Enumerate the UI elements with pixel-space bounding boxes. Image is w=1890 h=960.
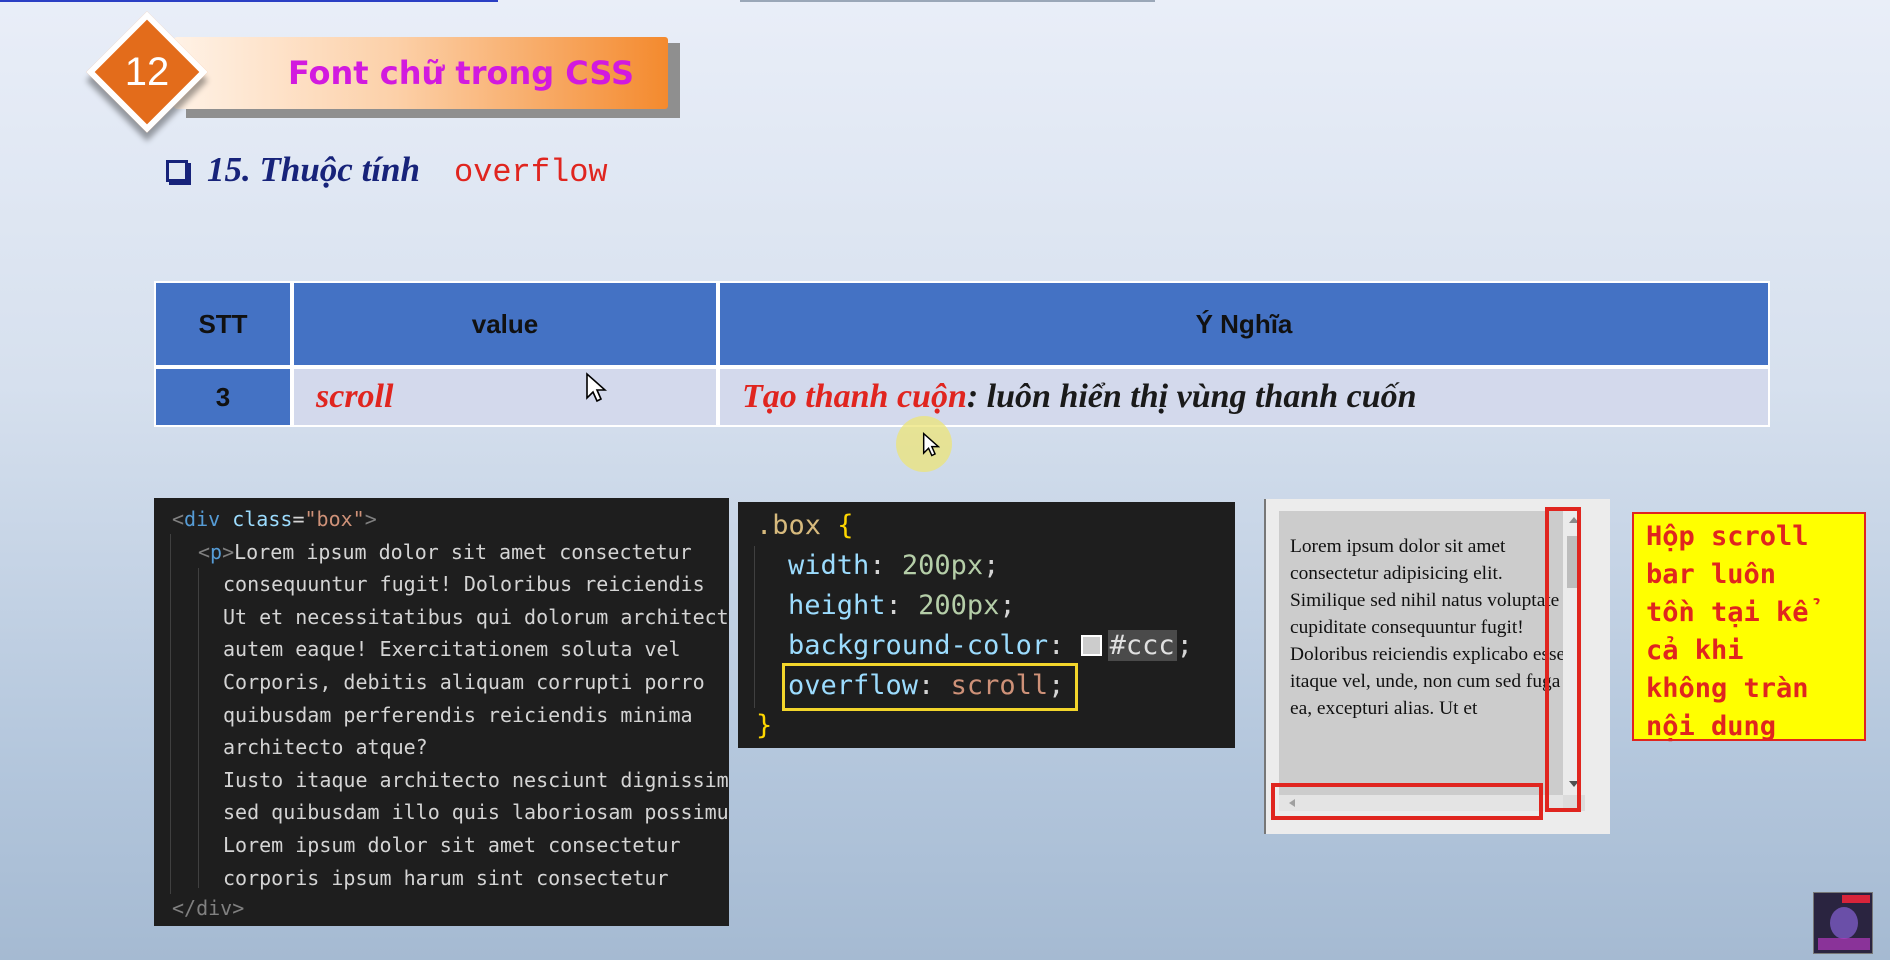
indent-guide	[170, 534, 171, 894]
note-line: nội dung	[1646, 711, 1777, 742]
code-line: Lorem ipsum dolor sit amet consectetur	[223, 833, 681, 857]
mouse-cursor-icon	[922, 432, 940, 457]
code-line: consequuntur fugit! Doloribus reiciendis	[223, 572, 705, 597]
subscribe-badge	[1842, 895, 1870, 903]
mouse-cursor-icon	[586, 372, 607, 403]
channel-avatar-icon[interactable]	[1813, 892, 1873, 954]
table-header-stt: STT	[154, 281, 292, 367]
note-line: cả khi	[1646, 635, 1744, 666]
code-line: height: 200px;	[788, 590, 1016, 621]
table-cell-meaning: Tạo thanh cuộn : luôn hiển thị vùng than…	[718, 367, 1770, 427]
lesson-banner: Font chữ trong CSS	[174, 37, 668, 109]
html-code-panel: <div class="box"> <p>Lorem ipsum dolor s…	[154, 498, 729, 926]
overflow-value-table: STT value Ý Nghĩa 3 scroll Tạo thanh cuộ…	[154, 281, 1770, 427]
code-line: .box {	[756, 510, 854, 541]
section-heading-code: overflow	[454, 154, 608, 191]
meaning-rest: : luôn hiển thị vùng thanh cuốn	[966, 378, 1417, 415]
code-line: architecto atque?	[223, 735, 428, 760]
table-header-meaning: Ý Nghĩa	[718, 281, 1770, 367]
lesson-title: Font chữ trong CSS	[287, 54, 635, 92]
top-progress-line	[0, 0, 498, 2]
note-line: bar luôn	[1646, 559, 1777, 590]
css-code-panel: .box { width: 200px; height: 200px; back…	[738, 502, 1235, 748]
explanation-note: Hộp scroll bar luôn tồn tại kể cả khi kh…	[1632, 512, 1866, 742]
code-line: Iusto itaque architecto nesciunt digniss…	[223, 767, 729, 792]
overflow-highlight-box	[782, 663, 1078, 711]
code-line: autem eaque! Exercitationem soluta vel	[223, 637, 681, 662]
color-swatch[interactable]	[1080, 635, 1102, 656]
code-line: </div>	[172, 896, 245, 920]
checkbox-icon	[166, 160, 188, 182]
section-heading: 15. Thuộc tính	[207, 150, 420, 189]
indent-guide	[754, 546, 755, 708]
code-line: background-color: #ccc;	[788, 630, 1193, 661]
note-line: không tràn	[1646, 673, 1809, 704]
indent-guide	[198, 568, 199, 888]
meaning-highlight: Tạo thanh cuộn	[742, 378, 967, 415]
vertical-scrollbar-highlight	[1545, 507, 1581, 812]
note-line: Hộp scroll	[1646, 521, 1809, 552]
top-divider-line	[740, 0, 1155, 2]
avatar-glow	[1818, 938, 1870, 950]
avatar-face	[1830, 907, 1858, 939]
lesson-number: 12	[124, 49, 170, 94]
scroll-box[interactable]: Lorem ipsum dolor sit amet consectetur a…	[1279, 511, 1585, 811]
scroll-box-text: Lorem ipsum dolor sit amet consectetur a…	[1290, 536, 1566, 719]
code-line: quibusdam perferendis reiciendis minima	[223, 702, 693, 727]
code-line: width: 200px;	[788, 550, 1000, 581]
code-line: <div class="box">	[172, 507, 377, 531]
note-line: tồn tại kể	[1646, 597, 1809, 628]
horizontal-scrollbar-highlight	[1271, 783, 1543, 820]
table-cell-stt: 3	[154, 367, 292, 427]
table-cell-value: scroll	[292, 367, 718, 427]
table-header-value: value	[292, 281, 718, 367]
code-line: Ut et necessitatibus qui dolorum archite…	[223, 604, 729, 629]
code-line: <p>Lorem ipsum dolor sit amet consectetu…	[198, 539, 692, 564]
code-line: sed quibusdam illo quis laboriosam possi…	[223, 800, 729, 825]
code-line: Corporis, debitis aliquam corrupti porro	[223, 670, 705, 694]
code-line: corporis ipsum harum sint consectetur	[223, 865, 669, 890]
code-line: }	[756, 710, 773, 741]
